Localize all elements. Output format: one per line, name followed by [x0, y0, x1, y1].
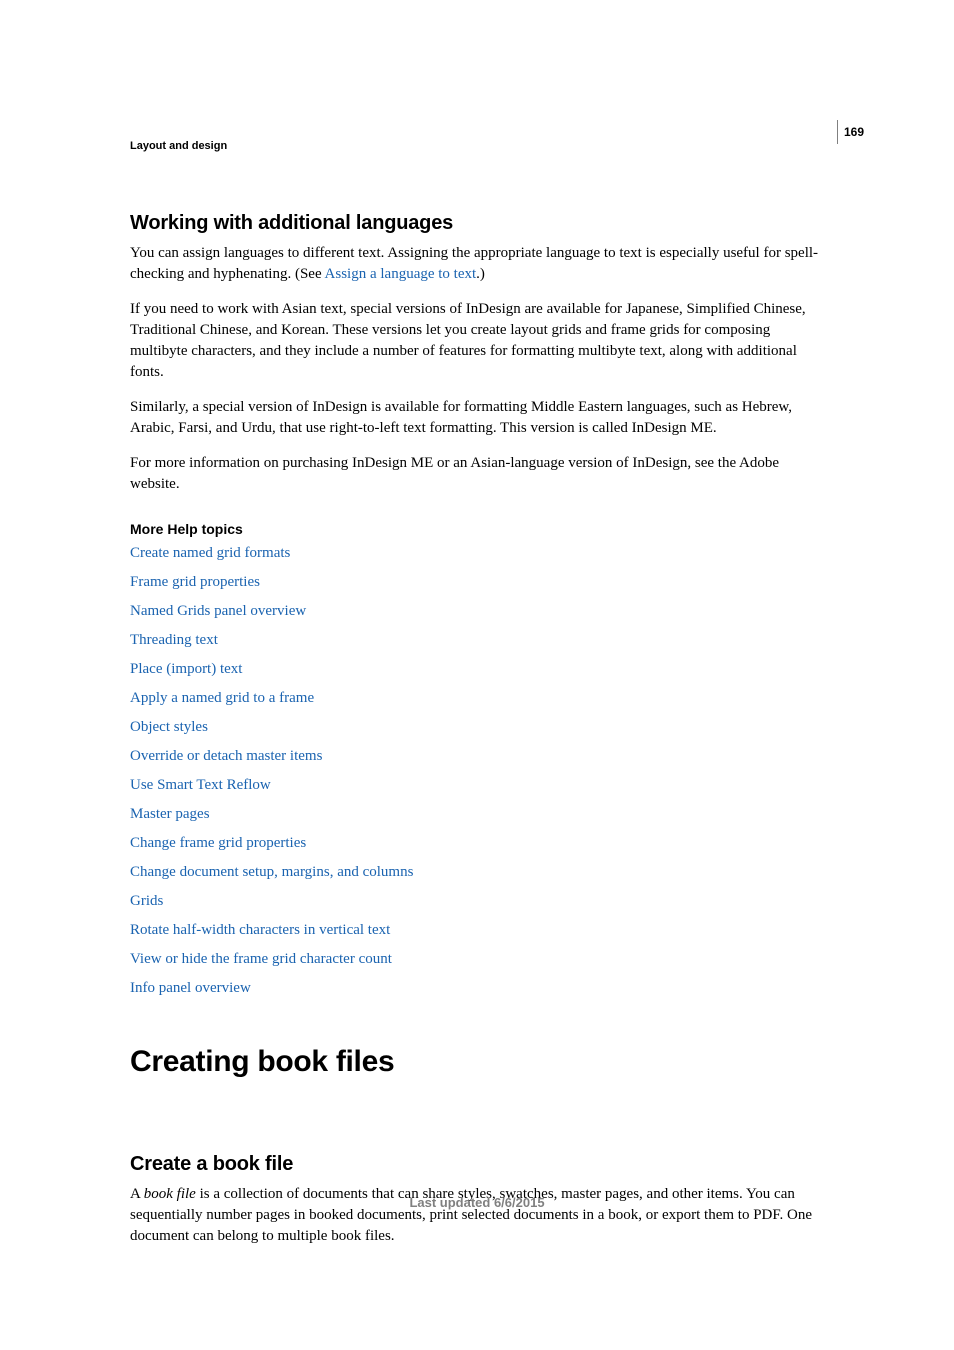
heading-creating-book-files: Creating book files	[130, 1045, 824, 1079]
document-page: 169 Layout and design Working with addit…	[0, 0, 954, 1350]
link-create-named-grid-formats[interactable]: Create named grid formats	[130, 545, 824, 562]
footer-last-updated: Last updated 6/6/2015	[0, 1195, 954, 1210]
link-view-hide-frame-grid-count[interactable]: View or hide the frame grid character co…	[130, 951, 824, 968]
paragraph-assign-languages: You can assign languages to different te…	[130, 243, 824, 285]
link-use-smart-text-reflow[interactable]: Use Smart Text Reflow	[130, 777, 824, 794]
link-assign-language-to-text[interactable]: Assign a language to text	[325, 266, 477, 282]
link-grids[interactable]: Grids	[130, 893, 824, 910]
paragraph-book-file-intro: A book file is a collection of documents…	[130, 1184, 824, 1247]
link-apply-named-grid-to-frame[interactable]: Apply a named grid to a frame	[130, 690, 824, 707]
help-topics-link-list: Create named grid formats Frame grid pro…	[130, 545, 824, 997]
link-rotate-half-width-characters[interactable]: Rotate half-width characters in vertical…	[130, 922, 824, 939]
section-label: Layout and design	[130, 140, 824, 152]
link-change-document-setup[interactable]: Change document setup, margins, and colu…	[130, 864, 824, 881]
paragraph-asian-text: If you need to work with Asian text, spe…	[130, 299, 824, 383]
link-master-pages[interactable]: Master pages	[130, 806, 824, 823]
heading-working-with-languages: Working with additional languages	[130, 212, 824, 235]
link-override-detach-master-items[interactable]: Override or detach master items	[130, 748, 824, 765]
heading-more-help-topics: More Help topics	[130, 521, 824, 537]
link-place-import-text[interactable]: Place (import) text	[130, 661, 824, 678]
link-frame-grid-properties[interactable]: Frame grid properties	[130, 574, 824, 591]
paragraph-more-info: For more information on purchasing InDes…	[130, 453, 824, 495]
para1-text-b: .)	[476, 266, 485, 282]
link-named-grids-panel-overview[interactable]: Named Grids panel overview	[130, 603, 824, 620]
heading-create-a-book-file: Create a book file	[130, 1153, 824, 1176]
link-info-panel-overview[interactable]: Info panel overview	[130, 980, 824, 997]
link-change-frame-grid-properties[interactable]: Change frame grid properties	[130, 835, 824, 852]
page-number: 169	[837, 120, 864, 144]
link-threading-text[interactable]: Threading text	[130, 632, 824, 649]
paragraph-middle-eastern: Similarly, a special version of InDesign…	[130, 397, 824, 439]
link-object-styles[interactable]: Object styles	[130, 719, 824, 736]
